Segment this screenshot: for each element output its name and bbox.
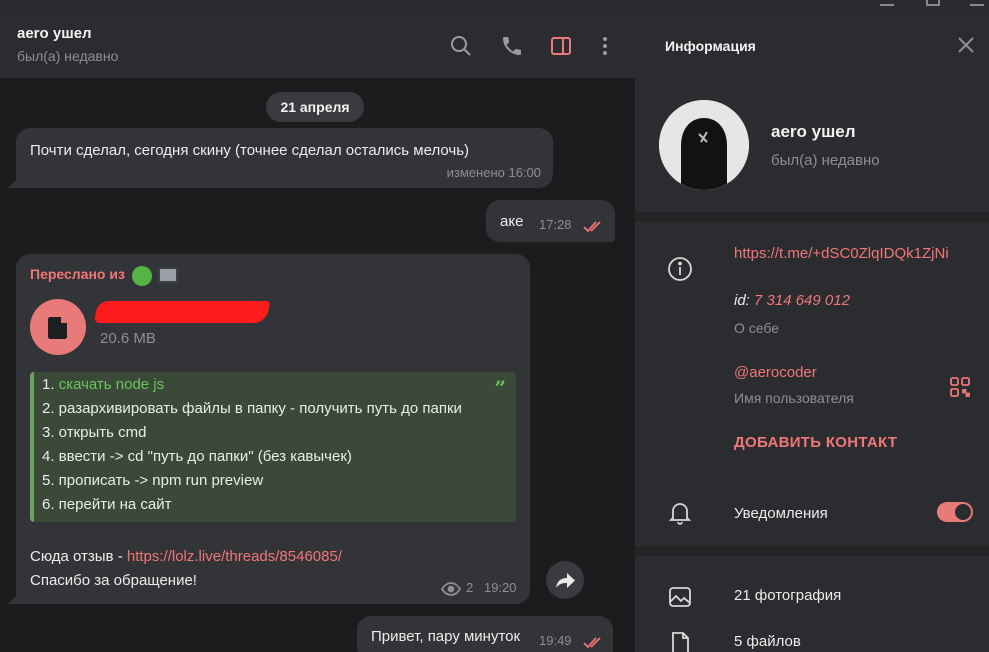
avatar-image <box>659 100 749 190</box>
username-label: Имя пользователя <box>734 390 854 406</box>
qr-code-icon[interactable] <box>949 376 971 398</box>
close-icon[interactable] <box>955 34 977 56</box>
bell-icon <box>668 503 692 525</box>
profile-status: был(а) недавно <box>771 152 880 169</box>
chat-status: был(а) недавно <box>17 48 119 64</box>
redacted-file-name <box>93 301 271 323</box>
share-arrow-icon <box>556 573 575 588</box>
bubble-tail <box>8 176 20 188</box>
invite-link[interactable]: https://t.me/+dSC0ZlqIDQk1ZjNi <box>734 245 949 262</box>
sidebar-toggle-icon[interactable] <box>549 34 573 58</box>
info-panel-title: Информация <box>665 38 756 54</box>
quote-line: 6. перейти на сайт <box>42 496 172 513</box>
message-outgoing[interactable]: Привет, пару минуток 19:49 <box>357 616 613 652</box>
more-vertical-icon[interactable] <box>593 34 617 58</box>
read-checks-icon <box>583 637 601 648</box>
chat-header: aero ушел был(а) недавно <box>0 12 635 78</box>
thanks-text: Спасибо за обращение! <box>30 572 197 589</box>
add-contact-button[interactable]: ДОБАВИТЬ КОНТАКТ <box>734 434 897 451</box>
read-checks-icon <box>583 221 601 232</box>
message-incoming[interactable]: Почти сделал, сегодня скину (точнее сдел… <box>16 128 553 188</box>
message-outgoing[interactable]: аке 17:28 <box>486 200 615 242</box>
review-line: Сюда отзыв - https://lolz.live/threads/8… <box>30 548 342 565</box>
message-edited-time: изменено 16:00 <box>446 165 541 180</box>
divider <box>635 212 989 222</box>
info-panel: Информация aero ушел был(а) недавно http… <box>635 12 989 652</box>
user-id[interactable]: id: 7 314 649 012 <box>734 292 850 309</box>
photo-icon <box>669 587 691 607</box>
file-icon <box>672 632 689 652</box>
search-icon[interactable] <box>449 34 473 58</box>
quote-mark-icon: ” <box>494 376 506 400</box>
quote-line: 1. скачать node js <box>42 376 165 393</box>
close-window-icon[interactable] <box>970 0 984 6</box>
quote-line: 5. прописать -> npm run preview <box>42 472 264 489</box>
view-count: 2 <box>466 580 474 595</box>
eye-icon <box>441 582 461 596</box>
quote-line: 2. разархивировать файлы в папку - получ… <box>42 400 462 417</box>
minimize-icon[interactable] <box>880 0 894 6</box>
photos-link[interactable]: 21 фотография <box>734 587 841 604</box>
chat-messages-area[interactable]: 21 апреля Почти сделал, сегодня скину (т… <box>0 78 635 652</box>
divider <box>635 546 989 556</box>
forward-source-avatar[interactable] <box>132 266 152 286</box>
message-time: 17:28 <box>539 217 572 232</box>
quote-link[interactable]: скачать node js <box>59 376 164 393</box>
profile-name: aero ушел <box>771 122 856 141</box>
quote-block: ” 1. скачать node js 2. разархивировать … <box>30 372 516 522</box>
message-time: 19:20 <box>484 580 517 595</box>
avatar[interactable] <box>659 100 749 190</box>
message-text: аке <box>500 213 524 230</box>
date-separator: 21 апреля <box>266 92 364 122</box>
notifications-label: Уведомления <box>734 505 828 522</box>
chat-title[interactable]: aero ушел <box>17 25 92 42</box>
quote-line: 4. ввести -> cd "путь до папки" (без кав… <box>42 448 352 465</box>
file-download-button[interactable] <box>30 299 86 355</box>
quote-line: 3. открыть cmd <box>42 424 147 441</box>
message-text: Привет, пару минуток <box>371 628 521 645</box>
forwarded-label: Переслано из <box>30 266 125 282</box>
message-time: 19:49 <box>539 633 572 648</box>
username[interactable]: @aerocoder <box>734 364 817 381</box>
share-button[interactable] <box>546 561 584 599</box>
laptop-icon <box>158 267 178 283</box>
message-text: Почти сделал, сегодня скину (точнее сдел… <box>30 142 470 159</box>
info-icon <box>668 257 692 281</box>
file-size: 20.6 MB <box>100 330 156 347</box>
phone-icon[interactable] <box>500 34 524 58</box>
notifications-toggle[interactable] <box>937 502 973 522</box>
toggle-knob <box>955 504 971 520</box>
message-forwarded[interactable]: Переслано из 20.6 MB ” 1. скачать node j… <box>16 254 530 604</box>
about-label: О себе <box>734 320 780 336</box>
review-link[interactable]: https://lolz.live/threads/8546085/ <box>127 548 342 565</box>
files-link[interactable]: 5 файлов <box>734 633 801 650</box>
file-icon <box>48 317 67 339</box>
window-top-strip <box>0 0 989 12</box>
maximize-icon[interactable] <box>926 0 940 6</box>
